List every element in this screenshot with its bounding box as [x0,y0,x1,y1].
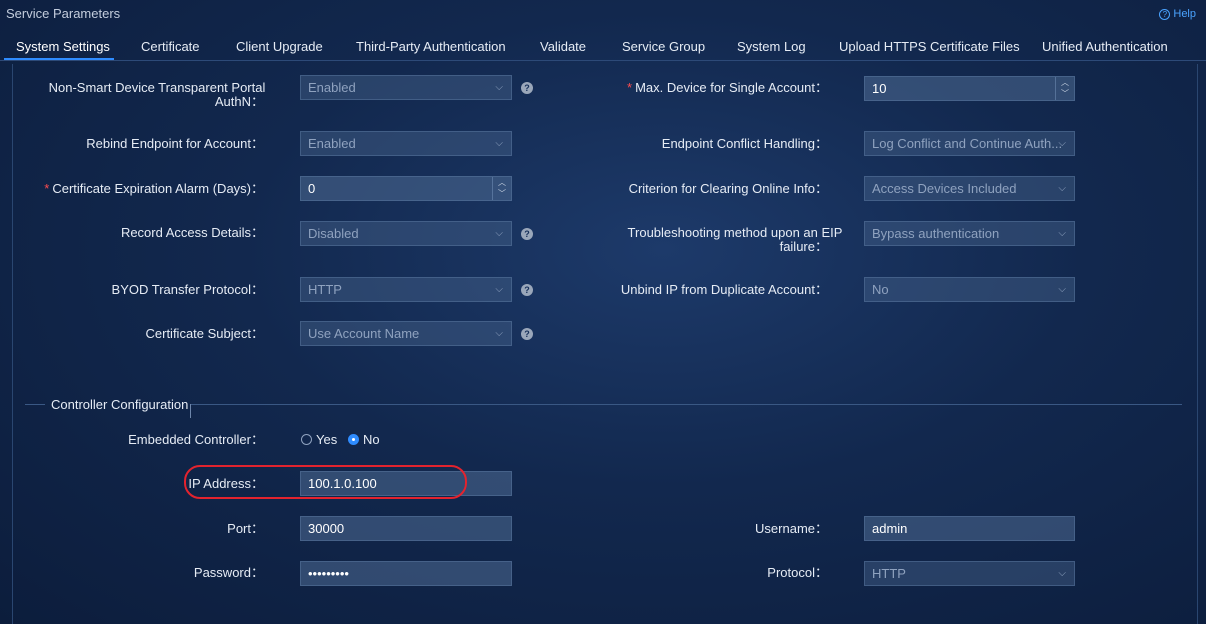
cert-alarm-value: 0 [308,181,316,196]
section-divider-left [25,404,45,405]
unbind-ip-label: Unbind IP from Duplicate Account： [620,282,828,297]
chevron-down-icon: ⌵ [1058,228,1066,239]
tab-system-settings[interactable]: System Settings [16,39,110,54]
non-smart-portal-label: Non-Smart Device Transparent Portal [40,81,274,95]
non-smart-portal-select[interactable]: Enabled ⌵ [300,75,512,100]
radio-off-icon [301,434,312,445]
max-device-input[interactable]: 10 ︿ ﹀ [864,76,1075,101]
chevron-up-icon[interactable]: ︿ [1056,77,1074,88]
embedded-controller-label: Embedded Controller： [128,432,264,447]
non-smart-portal-value: Enabled [308,80,356,95]
tab-client-upgrade[interactable]: Client Upgrade [236,39,323,54]
chevron-down-icon: ⌵ [495,138,503,149]
port-input[interactable]: 30000 [300,516,512,541]
non-smart-portal-label-line2: AuthN： [214,94,264,109]
radio-on-icon [348,434,359,445]
rebind-endpoint-select[interactable]: Enabled ⌵ [300,131,512,156]
chevron-down-icon: ⌵ [1058,138,1066,149]
help-label: Help [1173,8,1196,20]
chevron-down-icon: ⌵ [1058,284,1066,295]
question-icon[interactable]: ? [521,228,533,240]
unbind-ip-value: No [872,282,889,297]
non-smart-portal-label-line1: Non-Smart Device Transparent Portal [48,80,266,95]
cert-subject-label: Certificate Subject： [145,326,265,341]
question-circle-icon: ? [1159,8,1171,20]
eip-failure-label-line1: Troubleshooting method upon an EIP [627,225,843,240]
no-label: No [363,432,380,447]
yes-label: Yes [316,432,338,447]
eip-failure-select[interactable]: Bypass authentication ⌵ [864,221,1075,246]
cert-subject-select[interactable]: Use Account Name ⌵ [300,321,512,346]
protocol-value: HTTP [872,566,906,581]
cert-alarm-input[interactable]: 0 ︿ ﹀ [300,176,512,201]
password-label: Password： [193,565,264,580]
max-device-value: 10 [872,81,887,96]
record-access-label: Record Access Details： [120,225,264,240]
chevron-down-icon: ⌵ [495,284,503,295]
password-input[interactable]: ••••••••• [300,561,512,586]
cert-alarm-label: * Certificate Expiration Alarm (Days)： [20,182,264,196]
cert-subject-value: Use Account Name [308,326,420,341]
question-icon[interactable]: ? [521,82,533,94]
question-icon[interactable]: ? [521,284,533,296]
cert-alarm-stepper[interactable]: ︿ ﹀ [492,177,511,200]
tab-validate[interactable]: Validate [540,39,586,54]
section-divider-tick [190,404,191,418]
highlight-annotation [184,465,467,499]
tab-bar: System Settings Certificate Client Upgra… [0,34,1206,61]
help-link[interactable]: ? Help [1159,8,1196,20]
byod-protocol-select[interactable]: HTTP ⌵ [300,277,512,302]
chevron-down-icon: ⌵ [1058,183,1066,194]
password-value: ••••••••• [308,566,349,581]
tab-certificate[interactable]: Certificate [141,39,200,54]
tab-third-party-authentication[interactable]: Third-Party Authentication [356,39,506,54]
username-value: admin [872,521,908,536]
byod-protocol-value: HTTP [308,282,342,297]
rebind-endpoint-value: Enabled [308,136,356,151]
tab-upload-https-certificate-files[interactable]: Upload HTTPS Certificate Files [839,39,1020,54]
chevron-up-icon[interactable]: ︿ [493,177,511,188]
tab-system-log[interactable]: System Log [737,39,806,54]
embedded-controller-yes-radio[interactable]: Yes [301,432,337,447]
byod-protocol-label: BYOD Transfer Protocol： [111,282,264,297]
chevron-down-icon[interactable]: ﹀ [493,188,511,199]
max-device-label: * Max. Device for Single Account： [600,81,828,95]
clearing-criterion-select[interactable]: Access Devices Included ⌵ [864,176,1075,201]
unbind-ip-select[interactable]: No ⌵ [864,277,1075,302]
eip-failure-label-line2: failure： [779,239,828,254]
question-icon[interactable]: ? [521,328,533,340]
controller-config-title: Controller Configuration [51,397,189,412]
chevron-down-icon: ⌵ [495,328,503,339]
conflict-handling-label: Endpoint Conflict Handling： [661,136,828,151]
chevron-down-icon: ⌵ [495,228,503,239]
port-label: Port： [227,521,264,536]
clearing-criterion-label: Criterion for Clearing Online Info： [628,181,828,196]
rebind-endpoint-label: Rebind Endpoint for Account： [86,136,264,151]
username-input[interactable]: admin [864,516,1075,541]
eip-failure-value: Bypass authentication [872,226,1000,241]
record-access-value: Disabled [308,226,359,241]
username-label: Username： [755,521,828,536]
protocol-label: Protocol： [767,565,828,580]
chevron-down-icon: ⌵ [495,82,503,93]
conflict-handling-select[interactable]: Log Conflict and Continue Auth... ⌵ [864,131,1075,156]
tab-unified-authentication[interactable]: Unified Authentication [1042,39,1168,54]
embedded-controller-no-radio[interactable]: No [348,432,380,447]
record-access-select[interactable]: Disabled ⌵ [300,221,512,246]
page-title: Service Parameters [6,6,121,21]
port-value: 30000 [308,521,345,536]
cert-alarm-label-text: Certificate Expiration Alarm (Days)： [52,181,264,196]
protocol-select[interactable]: HTTP ⌵ [864,561,1075,586]
required-marker: * [627,80,633,95]
chevron-down-icon: ⌵ [1058,568,1066,579]
tab-service-group[interactable]: Service Group [622,39,705,54]
max-device-label-text: Max. Device for Single Account： [635,80,828,95]
required-marker: * [44,181,50,196]
active-tab-indicator [4,58,114,60]
section-divider [190,404,1182,405]
chevron-down-icon[interactable]: ﹀ [1056,88,1074,99]
clearing-criterion-value: Access Devices Included [872,181,1017,196]
max-device-stepper[interactable]: ︿ ﹀ [1055,77,1074,100]
conflict-handling-value: Log Conflict and Continue Auth... [872,136,1063,151]
